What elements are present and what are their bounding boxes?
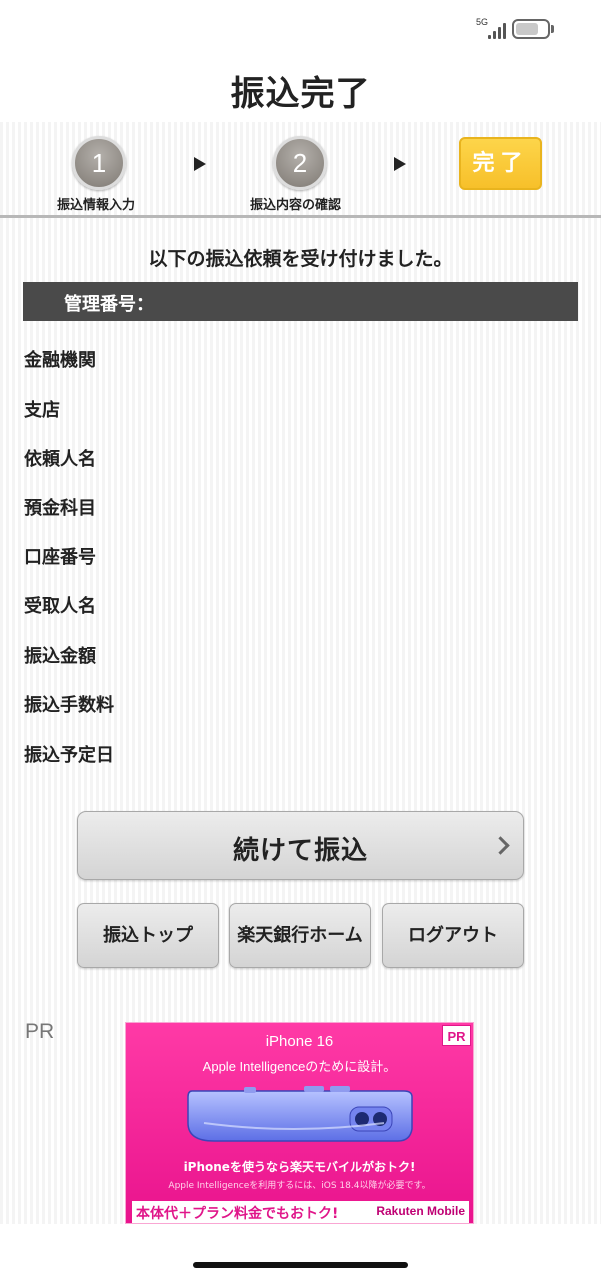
ad-banner[interactable]: PR iPhone 16 Apple Intelligenceのために設計。 i…	[125, 1022, 474, 1224]
detail-label-recipient: 受取人名	[24, 596, 96, 617]
detail-label-requester: 依頼人名	[24, 449, 96, 470]
confirmation-message: 以下の振込依頼を受け付けました。	[148, 248, 453, 270]
battery-tip	[551, 25, 554, 33]
step-2-circle: 2	[273, 136, 327, 190]
rakuten-mobile-logo: Rakuten Mobile	[376, 1204, 465, 1218]
ad-tagline: Apple Intelligenceのために設計。	[202, 1059, 397, 1074]
signal-icon	[488, 19, 510, 39]
continue-transfer-button[interactable]: 続けて振込	[77, 811, 524, 880]
page-title: 振込完了	[230, 74, 371, 114]
detail-label-scheduled-date: 振込予定日	[24, 745, 114, 766]
home-indicator-area	[0, 1224, 601, 1280]
detail-label-fee: 振込手数料	[24, 695, 114, 716]
status-bar: 5G	[0, 0, 601, 56]
detail-label-account-number: 口座番号	[24, 547, 96, 568]
home-indicator[interactable]	[193, 1262, 408, 1268]
transfer-top-button[interactable]: 振込トップ	[77, 903, 219, 968]
ad-cta: 本体代＋プラン料金でもおトク!	[136, 1206, 339, 1222]
step-arrow-icon	[194, 157, 206, 171]
detail-label-branch: 支店	[24, 400, 60, 421]
pr-label: PR	[25, 1020, 55, 1043]
detail-label-account-type: 預金科目	[24, 498, 96, 519]
step-1-circle: 1	[72, 136, 126, 190]
detail-label-bank: 金融機関	[24, 350, 96, 371]
continue-transfer-label: 続けて振込	[232, 836, 368, 866]
ad-disclaimer: Apple Intelligenceを利用するには、iOS 18.4以降が必要で…	[168, 1181, 431, 1191]
main-content: 1 振込情報入力 2 振込内容の確認 完了 以下の振込依頼を受け付けました。 管…	[0, 122, 601, 1224]
step-2-label: 振込内容の確認	[250, 198, 342, 213]
logout-button[interactable]: ログアウト	[382, 903, 524, 968]
management-number-label: 管理番号：	[64, 294, 154, 315]
ad-headline: iPhoneを使うなら楽天モバイルがおトク!	[183, 1160, 416, 1174]
step-3-complete-badge: 完了	[459, 137, 542, 190]
battery-level	[516, 23, 538, 35]
network-indicator: 5G	[476, 17, 489, 27]
battery-icon	[512, 19, 550, 39]
ad-footer: 本体代＋プラン料金でもおトク! Rakuten Mobile	[132, 1201, 469, 1223]
detail-label-amount: 振込金額	[24, 646, 96, 667]
step-1-label: 振込情報入力	[57, 198, 136, 213]
step-arrow-icon	[394, 157, 406, 171]
bank-home-button[interactable]: 楽天銀行ホーム	[229, 903, 371, 968]
step-indicator: 1 振込情報入力 2 振込内容の確認 完了	[0, 122, 601, 218]
management-number-bar: 管理番号：	[23, 282, 578, 321]
ad-iphone-logo: iPhone 16	[265, 1033, 334, 1050]
page-header: 振込完了	[0, 56, 601, 122]
iphone-image-icon	[187, 1086, 413, 1142]
